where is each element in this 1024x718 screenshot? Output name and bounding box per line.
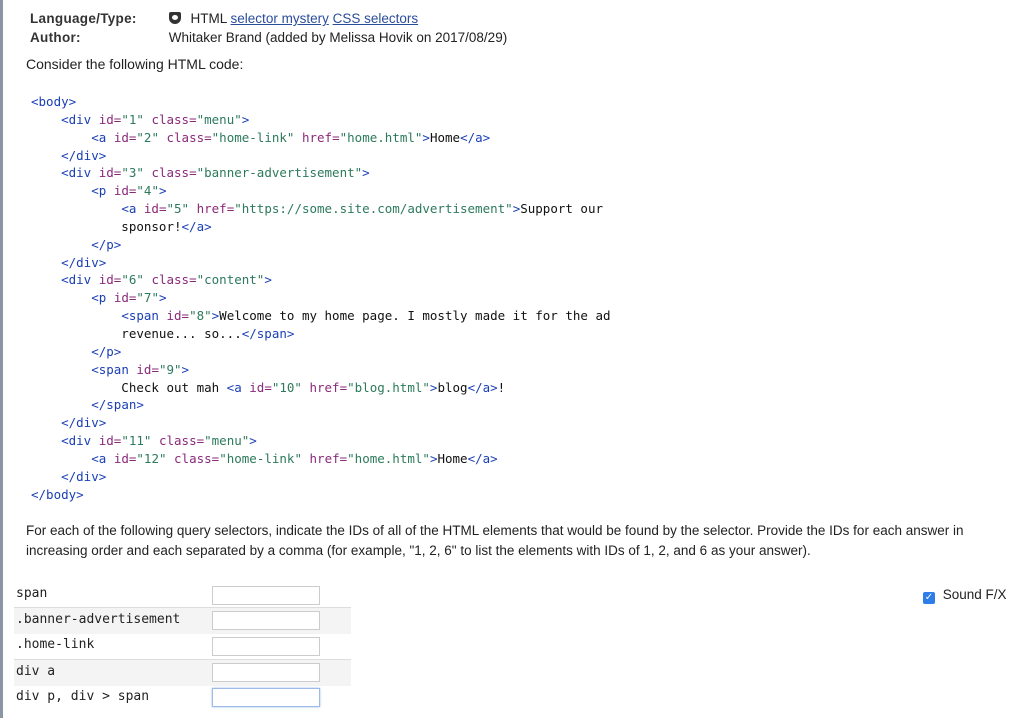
tag-link-selector-mystery[interactable]: selector mystery [231,11,329,26]
code-line: </span> [91,397,144,413]
author-value: Whitaker Brand (added by Melissa Hovik o… [168,30,508,45]
tag-link-css-selectors[interactable]: CSS selectors [333,11,419,26]
code-line: <span id="8">Welcome to my home page. I … [121,308,611,324]
code-line: <a id="2" class="home-link" href="home.h… [91,129,491,145]
selector-label: .home-link [16,637,95,652]
selector-label: div a [16,664,56,679]
code-line: </div> [61,415,107,431]
code-line: <div id="6" class="content"> [61,272,272,288]
sound-fx-label: Sound F/X [942,587,1007,602]
author-label: Author: [30,30,81,45]
answer-input[interactable] [212,688,320,707]
code-line: </div> [61,468,107,484]
sound-fx-toggle[interactable]: ✓ Sound F/X [923,587,1007,604]
code-line: <div id="3" class="banner-advertisement"… [61,165,370,181]
code-line: </body> [31,486,84,502]
code-line: Check out mah <a id="10" href="blog.html… [31,379,506,395]
selector-label: span [16,586,48,601]
selector-label: div p, div > span [16,689,150,704]
code-line: <a id="5" href="https://some.site.com/ad… [121,201,604,217]
code-line: <p id="4"> [91,183,167,199]
answer-input[interactable] [212,586,320,605]
code-line: </p> [91,236,122,252]
answer-input[interactable] [212,611,320,630]
code-line: <span id="9"> [91,361,190,377]
shield-icon [168,12,181,24]
code-line: </p> [91,343,122,359]
problem-meta: Language/Type: HTML selector mystery CSS… [30,9,507,47]
code-line: <div id="11" class="menu"> [61,433,257,449]
html-code-block: <body> <div id="1" class="menu"> <a id="… [31,93,611,503]
language-label: Language/Type: [30,11,137,26]
code-line: <p id="7"> [91,290,167,306]
answer-input[interactable] [212,663,320,682]
intro-text: Consider the following HTML code: [26,56,244,72]
checkbox-checked-icon[interactable]: ✓ [923,592,935,604]
selector-label: .banner-advertisement [16,612,181,627]
code-line: sponsor!</a> [31,218,212,234]
instructions-text: For each of the following query selector… [26,523,964,558]
language-value: HTML [190,11,227,26]
code-line: <a id="12" class="home-link" href="home.… [91,450,498,466]
code-line: </div> [61,254,107,270]
code-line: <body> [31,94,77,109]
code-line: </div> [61,147,107,163]
code-line: <div id="1" class="menu"> [61,111,250,127]
left-border [0,0,3,718]
code-line: revenue... so...</span> [31,325,295,341]
answer-input[interactable] [212,637,320,656]
